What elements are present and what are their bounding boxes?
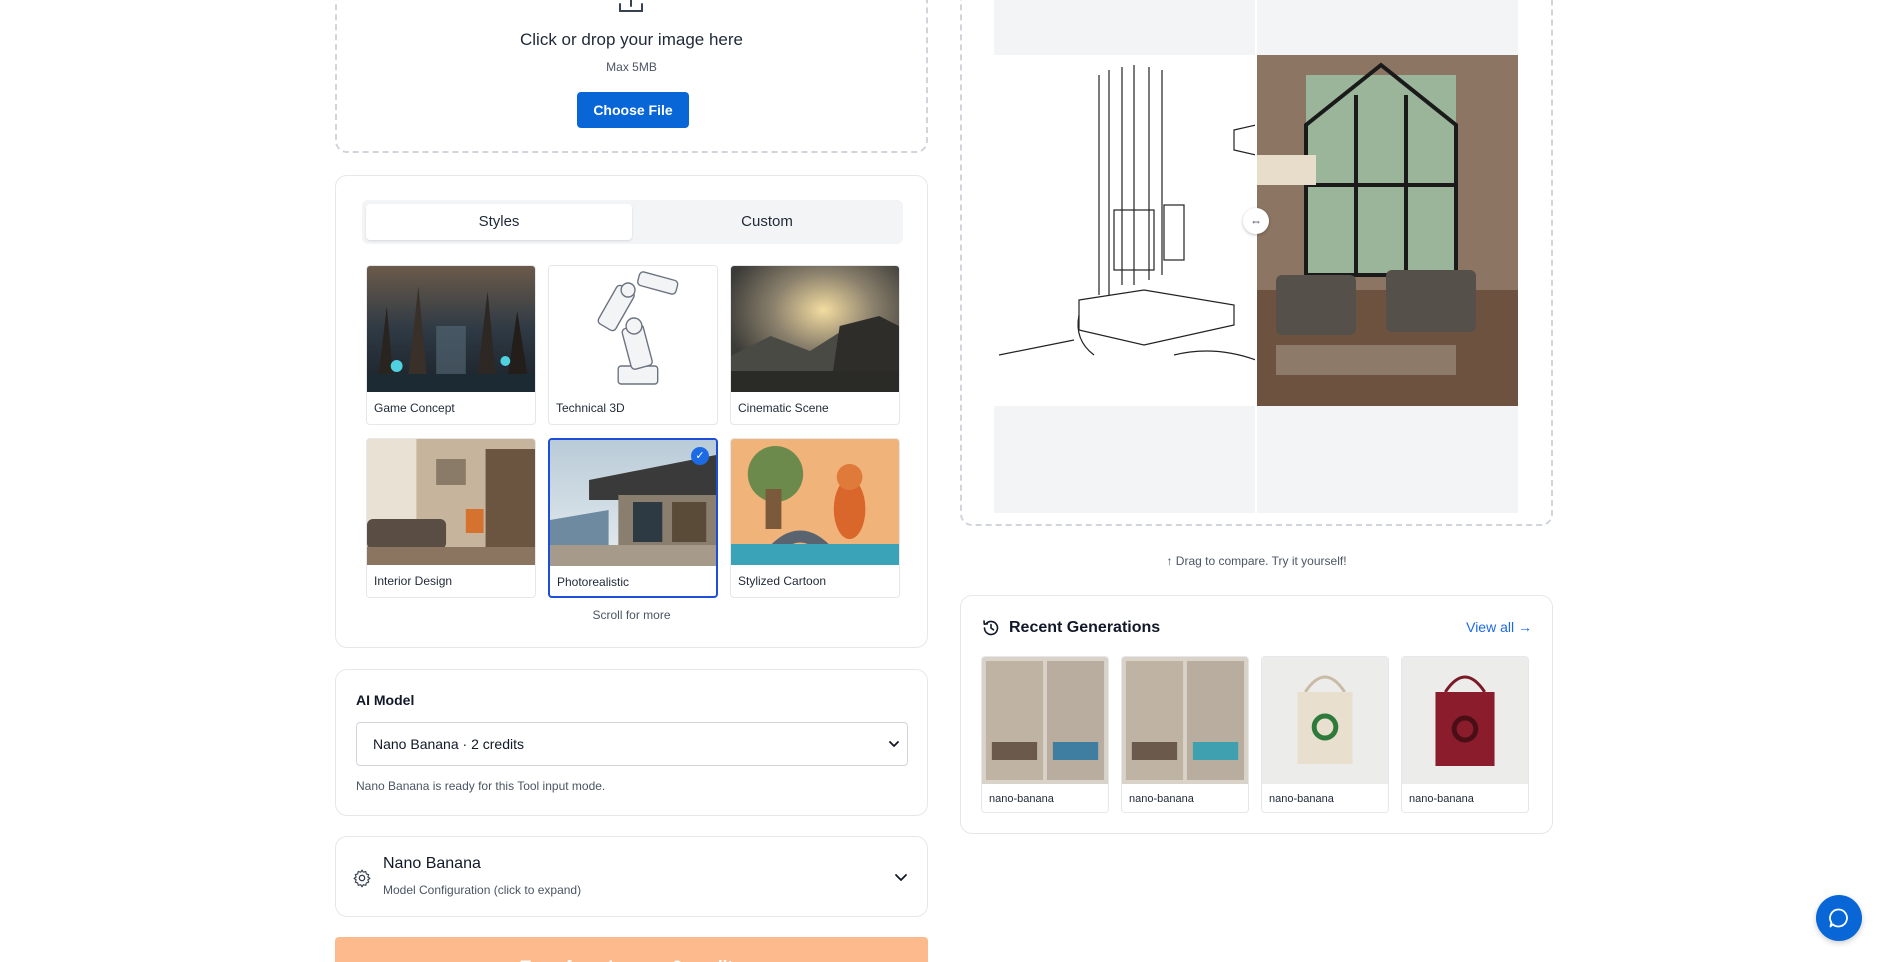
model-config-subtitle: Model Configuration (click to expand) — [383, 883, 582, 897]
style-tile-technical-3d[interactable]: Technical 3D — [548, 265, 718, 425]
model-config-title: Nano Banana — [383, 855, 481, 872]
styles-panel: Styles Custom Game Concept Technical 3D … — [335, 175, 928, 648]
compare-drag-handle[interactable]: ⇔ — [1243, 208, 1269, 234]
style-tile-cinematic-scene[interactable]: Cinematic Scene — [730, 265, 900, 425]
style-tile-interior-design[interactable]: Interior Design — [366, 438, 536, 598]
recent-generations-panel: Recent Generations View all → nano-banan… — [960, 595, 1553, 834]
ai-model-label: AI Model — [356, 692, 415, 708]
before-after-compare: ⇔ — [960, 0, 1553, 526]
upload-title: Click or drop your image here — [520, 30, 743, 49]
transform-image-button[interactable]: Transform Image · 2 credits — [335, 937, 928, 962]
interior-design-thumbnail — [367, 439, 535, 565]
generation-item[interactable]: nano-banana — [1261, 656, 1389, 813]
gear-icon — [353, 869, 371, 888]
recent-generations-title: Recent Generations — [1009, 619, 1161, 636]
style-label: Game Concept — [374, 401, 455, 415]
style-label: Interior Design — [374, 574, 453, 588]
generation-item[interactable]: nano-banana — [1401, 656, 1529, 813]
model-config-accordion[interactable]: Nano Banana Model Configuration (click t… — [335, 836, 928, 917]
style-tile-photorealistic[interactable]: ✓ Photorealistic — [548, 438, 718, 598]
sketch-before-image — [994, 55, 1256, 406]
page: Click or drop your image here Max 5MB Ch… — [0, 0, 1883, 962]
view-all-link[interactable]: View all → — [1466, 619, 1532, 635]
compare-divider — [1255, 0, 1257, 513]
style-tabs: Styles Custom — [362, 200, 903, 244]
generation-thumbnail — [1122, 657, 1248, 784]
technical-3d-thumbnail — [549, 266, 717, 392]
style-label: Cinematic Scene — [738, 401, 829, 415]
style-label: Photorealistic — [557, 575, 630, 589]
chat-bubble-icon — [1829, 908, 1848, 928]
upload-icon — [619, 0, 643, 12]
photo-after-image — [1256, 55, 1518, 406]
generation-model-label: nano-banana — [989, 793, 1054, 805]
style-tile-stylized-cartoon[interactable]: Stylized Cartoon — [730, 438, 900, 598]
generation-item[interactable]: nano-banana — [981, 656, 1109, 813]
upload-size-limit: Max 5MB — [606, 60, 657, 74]
game-concept-thumbnail — [367, 266, 535, 392]
generation-thumbnail — [1402, 657, 1528, 784]
stylized-cartoon-thumbnail — [731, 439, 899, 565]
chevron-down-icon — [895, 874, 907, 881]
ai-model-note: Nano Banana is ready for this Tool input… — [356, 779, 606, 793]
selected-check-icon: ✓ — [691, 447, 709, 465]
tab-styles[interactable]: Styles — [366, 204, 632, 240]
tab-custom[interactable]: Custom — [634, 204, 900, 240]
chevron-down-icon — [889, 741, 899, 747]
style-tile-game-concept[interactable]: Game Concept — [366, 265, 536, 425]
history-icon — [983, 620, 999, 636]
compare-slider-area[interactable]: ⇔ — [994, 0, 1518, 513]
generation-model-label: nano-banana — [1409, 793, 1474, 805]
ai-model-selected-value: Nano Banana · 2 credits — [373, 736, 524, 752]
generation-item[interactable]: nano-banana — [1121, 656, 1249, 813]
style-label: Stylized Cartoon — [738, 574, 827, 588]
upload-dropzone[interactable]: Click or drop your image here Max 5MB Ch… — [335, 0, 928, 153]
cinematic-scene-thumbnail — [731, 266, 899, 392]
choose-file-button[interactable]: Choose File — [577, 92, 689, 128]
generation-model-label: nano-banana — [1129, 793, 1194, 805]
generation-thumbnail — [982, 657, 1108, 784]
generation-thumbnail — [1262, 657, 1388, 784]
ai-model-select[interactable]: Nano Banana · 2 credits — [356, 722, 908, 766]
generation-model-label: nano-banana — [1269, 793, 1334, 805]
style-label: Technical 3D — [556, 401, 625, 415]
ai-model-card: AI Model Nano Banana · 2 credits Nano Ba… — [335, 669, 928, 816]
chat-button[interactable] — [1816, 895, 1862, 941]
drag-compare-hint: ↑ Drag to compare. Try it yourself! — [1166, 554, 1347, 568]
scroll-hint: Scroll for more — [592, 608, 671, 622]
